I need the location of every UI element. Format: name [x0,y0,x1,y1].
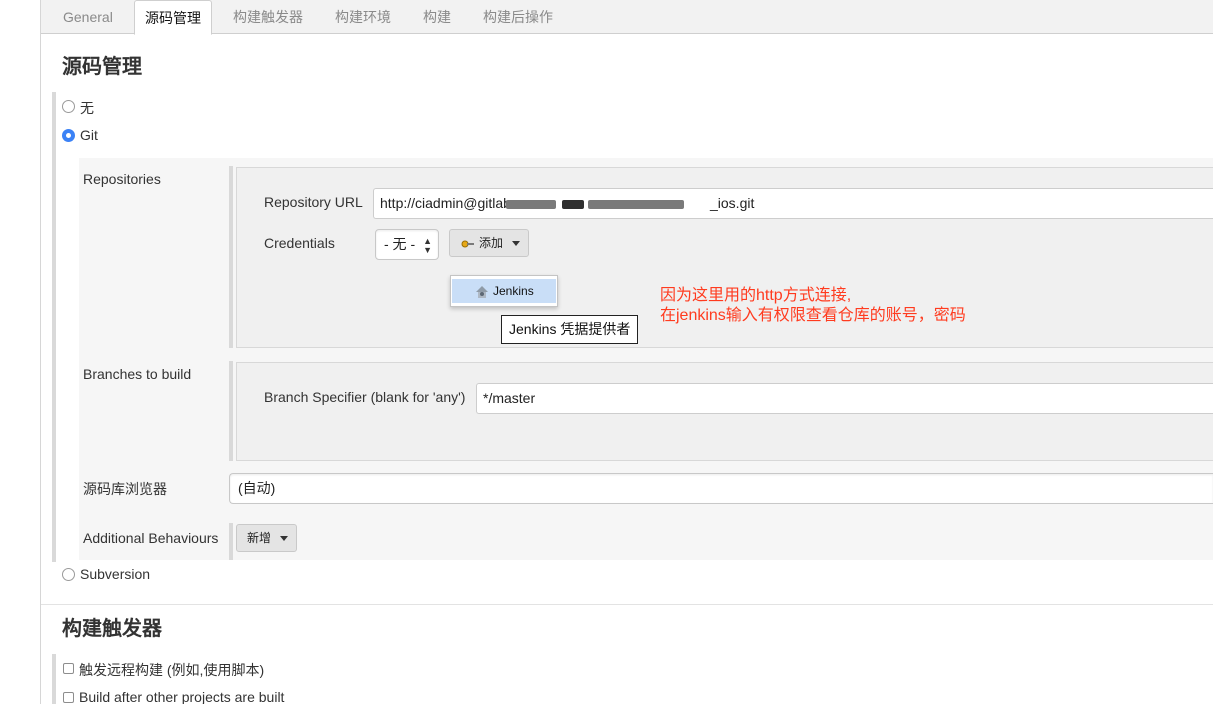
triggers-section-bar [52,654,56,704]
branches-bar [229,361,233,461]
page-left-rail [40,0,41,704]
annotation-line-1: 因为这里用的http方式连接, [660,287,852,304]
triggers-section-title: 构建触发器 [62,618,162,640]
add-behaviour-label: 新增 [247,531,272,545]
tab-build-environment[interactable]: 构建环境 [335,0,391,34]
trigger-remote-checkbox[interactable] [63,663,74,674]
menu-item-label: Jenkins [493,284,534,298]
repositories-bar [229,166,233,348]
redacted-block [506,200,556,209]
config-tabbar: General 源码管理 构建触发器 构建环境 构建 构建后操作 [41,0,1213,35]
tab-post-build[interactable]: 构建后操作 [483,0,553,34]
add-credentials-menu: Jenkins [450,275,558,307]
chevron-down-icon [280,536,288,541]
annotation-line-2: 在jenkins输入有权限查看仓库的账号，密码 [660,307,966,324]
select-arrows-icon: ▲ ▼ [423,236,432,255]
tab-scm[interactable]: 源码管理 [134,0,212,35]
repo-browser-select[interactable]: (自动) [229,473,1213,504]
trigger-remote-label[interactable]: 触发远程构建 (例如,使用脚本) [79,660,264,680]
behaviours-label: Additional Behaviours [83,530,219,546]
branch-specifier-input[interactable]: */master [476,383,1213,414]
add-credentials-button[interactable]: 添加 [449,229,529,257]
chevron-down-icon [512,241,520,246]
repo-url-input[interactable]: http://ciadmin@gitlab _ios.git [373,188,1213,219]
credentials-label: Credentials [264,235,335,251]
add-button-label: 添加 [479,236,504,250]
credentials-value: - 无 - [384,236,416,252]
scm-subversion-label[interactable]: Subversion [80,566,150,582]
scm-none-radio[interactable] [62,100,75,113]
tab-build[interactable]: 构建 [423,0,451,34]
trigger-after-other-label[interactable]: Build after other projects are built [79,689,284,704]
redacted-block [588,200,684,209]
menu-item-jenkins[interactable]: Jenkins [452,279,556,303]
key-icon [461,240,474,248]
scm-section-bar [52,92,56,562]
scm-none-label[interactable]: 无 [80,98,94,118]
scm-subversion-radio[interactable] [62,568,75,581]
behaviours-bar [229,523,233,560]
redacted-block [562,200,584,209]
repo-browser-label: 源码库浏览器 [83,481,167,497]
scm-section-title: 源码管理 [62,56,142,78]
tab-build-triggers[interactable]: 构建触发器 [233,0,303,34]
repo-url-start: http://ciadmin@gitlab [380,195,511,211]
branches-label: Branches to build [83,366,192,382]
trigger-after-other-checkbox[interactable] [63,692,74,703]
repo-url-end: _ios.git [710,195,755,211]
menu-tooltip: Jenkins 凭据提供者 [501,315,638,344]
add-behaviour-button[interactable]: 新增 [236,524,297,552]
repositories-label: Repositories [83,171,161,187]
jenkins-butler-icon [476,286,488,298]
scm-git-radio[interactable] [62,129,75,142]
section-divider [41,604,1213,605]
branch-specifier-label: Branch Specifier (blank for 'any') [264,389,466,405]
credentials-select[interactable]: - 无 - ▲ ▼ [375,229,439,260]
tab-general[interactable]: General [63,0,113,34]
scm-git-label[interactable]: Git [80,127,98,143]
repo-url-label: Repository URL [264,194,363,210]
